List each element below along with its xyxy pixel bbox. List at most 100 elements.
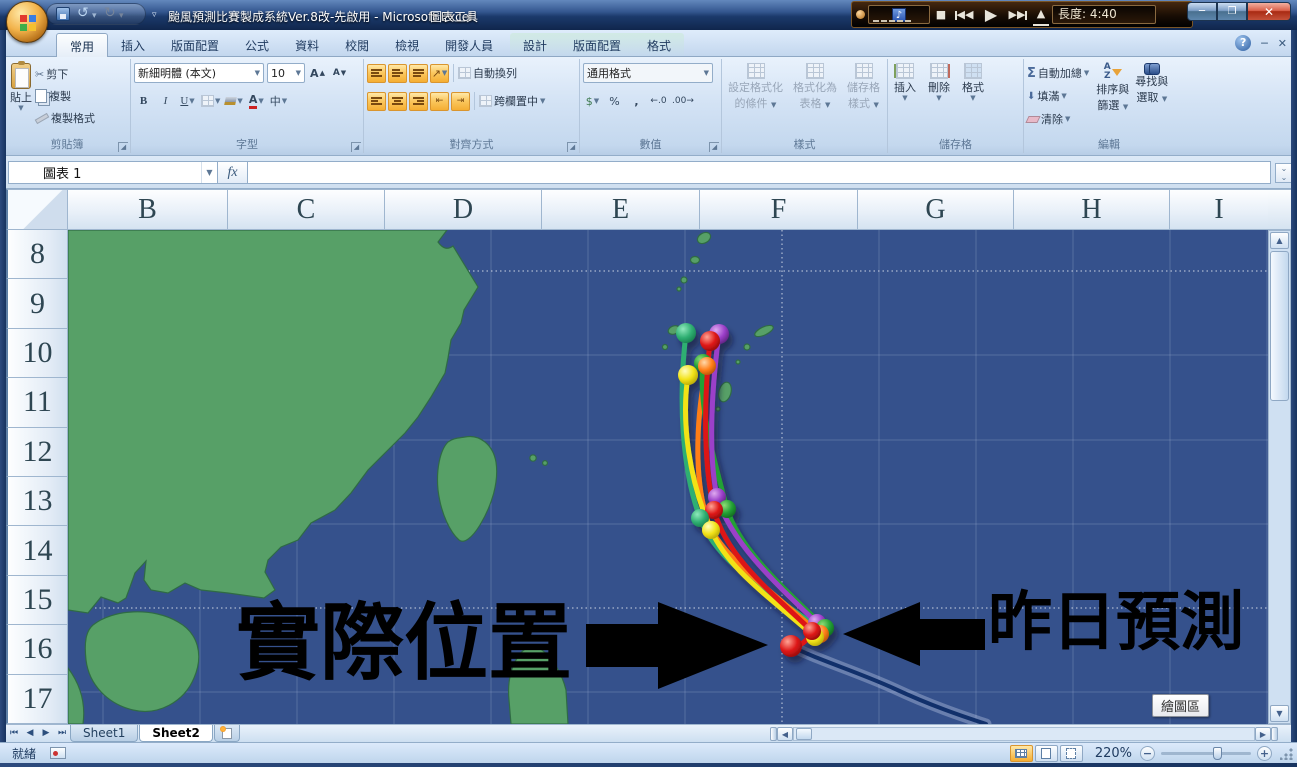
autosum-button[interactable]: Σ自動加總▼ xyxy=(1027,63,1089,83)
fill-button[interactable]: ⬇填滿▼ xyxy=(1027,86,1089,106)
vertical-scroll-thumb[interactable] xyxy=(1270,251,1289,401)
redo-icon[interactable]: ↻ xyxy=(104,6,116,20)
sort-filter-button[interactable]: AZ 排序與篩選 ▼ xyxy=(1093,61,1132,139)
bottom-align-button[interactable] xyxy=(409,64,428,83)
tab-data[interactable]: 資料 xyxy=(282,33,332,57)
copy-button[interactable]: 複製 xyxy=(35,86,95,106)
scroll-left-icon[interactable]: ◀ xyxy=(777,727,793,741)
find-select-button[interactable]: 尋找與選取 ▼ xyxy=(1132,61,1171,139)
row-header-8[interactable]: 8 xyxy=(6,230,68,279)
previous-button[interactable]: ◀◀ xyxy=(952,2,976,27)
column-header-d[interactable]: D xyxy=(385,189,542,230)
scroll-right-icon[interactable]: ▶ xyxy=(1255,727,1271,741)
cut-button[interactable]: ✂剪下 xyxy=(35,64,95,84)
column-header-e[interactable]: E xyxy=(542,189,700,230)
decrease-decimal-button[interactable]: .00→ xyxy=(671,92,695,111)
phonetic-button[interactable]: 中▼ xyxy=(269,92,288,111)
play-button[interactable]: ▶ xyxy=(979,2,1003,27)
insert-function-button[interactable]: fx xyxy=(218,161,248,184)
first-sheet-icon[interactable]: ⏮ xyxy=(6,726,22,741)
decrease-indent-button[interactable]: ⇤ xyxy=(430,92,449,111)
red-pin-top[interactable] xyxy=(700,331,720,351)
column-header-i[interactable]: I xyxy=(1170,189,1268,230)
format-cells-button[interactable]: 格式▼ xyxy=(959,61,987,139)
increase-indent-button[interactable]: ⇥ xyxy=(451,92,470,111)
italic-button[interactable]: I xyxy=(156,92,175,111)
align-left-button[interactable] xyxy=(367,92,386,111)
column-header-c[interactable]: C xyxy=(228,189,385,230)
stop-button[interactable]: ■ xyxy=(933,2,949,27)
row-header-11[interactable]: 11 xyxy=(6,378,68,427)
bold-button[interactable]: B xyxy=(134,92,153,111)
horizontal-scrollbar[interactable]: ◀ ▶ xyxy=(770,726,1278,742)
align-right-button[interactable] xyxy=(409,92,428,111)
redo-dropdown-icon[interactable]: ▾ xyxy=(119,11,124,21)
zoom-out-icon[interactable]: − xyxy=(1140,746,1155,761)
font-size-combobox[interactable]: 10▼ xyxy=(267,63,305,83)
clear-button[interactable]: 清除▼ xyxy=(1027,109,1089,129)
insert-worksheet-tab[interactable] xyxy=(214,725,240,742)
tab-chart-design[interactable]: 設計 xyxy=(510,33,560,57)
save-icon[interactable] xyxy=(56,7,70,21)
tab-formulas[interactable]: 公式 xyxy=(232,33,282,57)
tab-insert[interactable]: 插入 xyxy=(108,33,158,57)
cell-styles-button[interactable]: 儲存格樣式 ▼ xyxy=(844,61,883,139)
zoom-slider[interactable] xyxy=(1161,752,1251,755)
qat-customize-icon[interactable]: ▿ xyxy=(152,10,157,20)
row-header-12[interactable]: 12 xyxy=(6,428,68,477)
restore-button[interactable]: ❐ xyxy=(1217,2,1247,21)
last-sheet-icon[interactable]: ⏭ xyxy=(54,726,70,741)
tab-view[interactable]: 檢視 xyxy=(382,33,432,57)
conditional-formatting-button[interactable]: 設定格式化的條件 ▼ xyxy=(725,61,786,139)
yellow-pin-mid[interactable] xyxy=(702,521,720,539)
row-header-16[interactable]: 16 xyxy=(6,625,68,674)
player-knob-icon[interactable] xyxy=(856,10,865,19)
column-header-b[interactable]: B xyxy=(68,189,228,230)
wrap-text-button[interactable]: 自動換列 xyxy=(458,63,517,83)
font-color-button[interactable]: A▼ xyxy=(247,92,266,111)
tab-split-handle[interactable] xyxy=(770,727,777,741)
insert-cells-button[interactable]: 插入▼ xyxy=(891,61,919,139)
undo-dropdown-icon[interactable]: ▾ xyxy=(92,11,97,21)
office-button[interactable] xyxy=(6,1,48,43)
format-painter-button[interactable]: 複製格式 xyxy=(35,108,95,128)
tab-page-layout[interactable]: 版面配置 xyxy=(158,33,232,57)
tab-developer[interactable]: 開發人員 xyxy=(432,33,506,57)
eject-button[interactable]: ▲ xyxy=(1033,4,1049,26)
page-break-view-button[interactable] xyxy=(1060,745,1083,762)
orange-pin-top[interactable] xyxy=(698,357,716,375)
red-pin-bottom[interactable] xyxy=(803,622,821,640)
next-sheet-icon[interactable]: ▶ xyxy=(38,726,54,741)
workbook-close-icon[interactable]: ✕ xyxy=(1278,37,1287,50)
column-header-h[interactable]: H xyxy=(1014,189,1170,230)
middle-align-button[interactable] xyxy=(388,64,407,83)
shrink-font-button[interactable]: A▼ xyxy=(330,64,349,83)
next-button[interactable]: ▶▶ xyxy=(1006,2,1030,27)
page-layout-view-button[interactable] xyxy=(1035,745,1058,762)
sheet-tab-sheet2[interactable]: Sheet2 xyxy=(139,725,213,742)
select-all-corner[interactable] xyxy=(6,189,68,230)
top-align-button[interactable] xyxy=(367,64,386,83)
scroll-up-icon[interactable]: ▲ xyxy=(1270,232,1289,249)
paste-button[interactable]: 貼上▼ xyxy=(7,61,35,128)
minimize-button[interactable]: ─ xyxy=(1187,2,1217,21)
currency-button[interactable]: $▼ xyxy=(583,92,602,111)
percent-button[interactable]: % xyxy=(605,92,624,111)
vertical-scrollbar[interactable]: ▲ ▼ xyxy=(1268,230,1291,724)
undo-icon[interactable]: ↺ xyxy=(77,6,89,20)
tab-chart-format[interactable]: 格式 xyxy=(634,33,684,57)
sheet-tab-sheet1[interactable]: Sheet1 xyxy=(70,725,138,742)
zoom-in-icon[interactable]: + xyxy=(1257,746,1272,761)
row-header-14[interactable]: 14 xyxy=(6,526,68,575)
font-name-combobox[interactable]: 新細明體 (本文)▼ xyxy=(134,63,264,83)
name-box-dropdown-icon[interactable]: ▼ xyxy=(201,162,217,183)
number-dialog-launcher[interactable]: ◢ xyxy=(709,142,719,152)
yellow-pin-top[interactable] xyxy=(678,365,698,385)
row-header-17[interactable]: 17 xyxy=(6,675,68,724)
window-split-handle[interactable] xyxy=(1271,727,1278,741)
tab-home[interactable]: 常用 xyxy=(56,33,108,57)
fill-color-button[interactable]: ▼ xyxy=(224,92,243,111)
merge-center-button[interactable]: 跨欄置中▼ xyxy=(479,91,545,111)
actual-position-pin[interactable] xyxy=(780,635,802,657)
actual-position-label[interactable]: 實際位置 xyxy=(236,600,572,687)
